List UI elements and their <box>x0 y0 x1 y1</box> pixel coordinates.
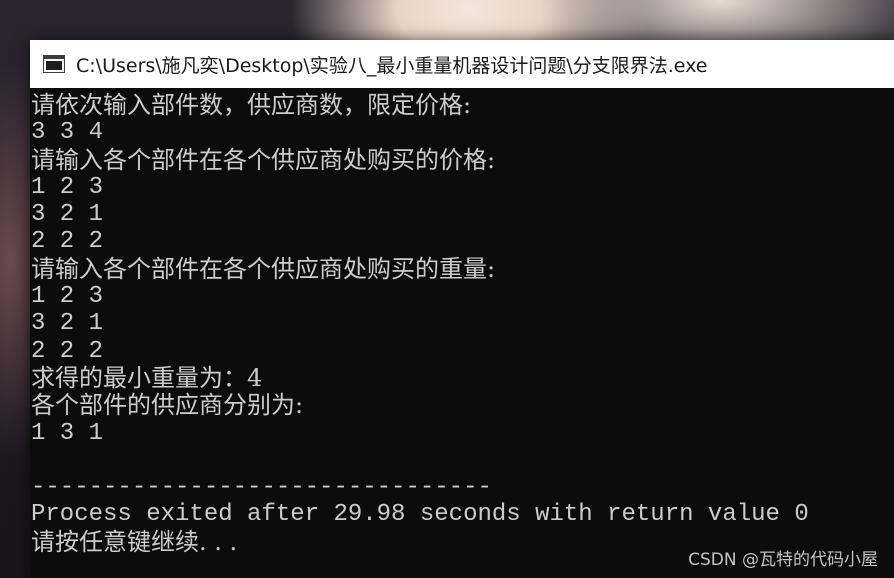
console-line-result-weight: 求得的最小重量为：4 <box>31 363 263 392</box>
console-output[interactable]: 请依次输入部件数，供应商数，限定价格: 3 3 4 请输入各个部件在各个供应商处… <box>30 88 894 578</box>
console-line-process-exited: Process exited after 29.98 seconds with … <box>31 501 809 529</box>
console-line-weight-row-2: 3 2 1 <box>31 310 104 338</box>
console-window-icon <box>43 55 65 73</box>
console-line-price-row-3: 2 2 2 <box>31 228 104 256</box>
console-line-prompt-weights: 请输入各个部件在各个供应商处购买的重量: <box>31 254 496 283</box>
console-line-prompt-prices: 请输入各个部件在各个供应商处购买的价格: <box>31 145 496 174</box>
console-line-separator: -------------------------------- <box>31 474 492 502</box>
console-line-result-label: 各个部件的供应商分别为: <box>31 391 304 420</box>
console-line-prompt-counts: 请依次输入部件数，供应商数，限定价格: <box>31 91 472 119</box>
watermark: CSDN @瓦特的代码小屋 <box>688 550 878 570</box>
console-line-weight-row-1: 1 2 3 <box>31 283 104 311</box>
console-line-price-row-1: 1 2 3 <box>31 173 104 201</box>
console-window[interactable]: C:\Users\施凡奕\Desktop\实验八_最小重量机器设计问题\分支限界… <box>30 40 894 578</box>
console-line-price-row-2: 3 2 1 <box>31 201 104 229</box>
title-bar[interactable]: C:\Users\施凡奕\Desktop\实验八_最小重量机器设计问题\分支限界… <box>30 40 894 88</box>
console-line-weight-row-3: 2 2 2 <box>31 337 104 365</box>
console-line-input-counts: 3 3 4 <box>31 119 104 147</box>
console-line-result-suppliers: 1 3 1 <box>31 419 104 447</box>
window-title: C:\Users\施凡奕\Desktop\实验八_最小重量机器设计问题\分支限界… <box>76 54 708 77</box>
